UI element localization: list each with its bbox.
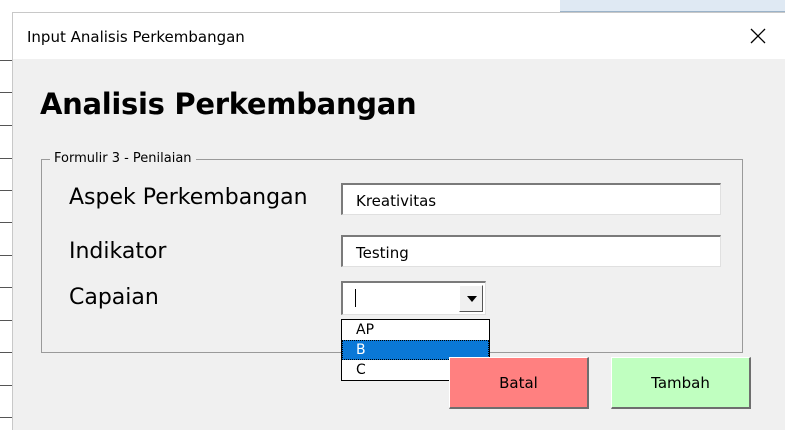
aspek-field[interactable]: Kreativitas: [341, 183, 721, 215]
input-dialog: Input Analisis Perkembangan Analisis Per…: [12, 12, 785, 430]
batal-button[interactable]: Batal: [449, 357, 589, 409]
capaian-dropdown-button[interactable]: [459, 285, 483, 312]
indikator-label: Indikator: [69, 239, 167, 264]
title-bar: Input Analisis Perkembangan: [13, 13, 785, 59]
chevron-down-icon: [467, 296, 477, 302]
background-sheet-cell: [560, 0, 785, 12]
close-icon: [750, 28, 766, 44]
form-heading: Analisis Perkembangan: [40, 87, 417, 121]
indikator-field[interactable]: Testing: [341, 235, 721, 267]
dropdown-option-ap[interactable]: AP: [342, 320, 489, 340]
capaian-combobox[interactable]: [341, 281, 486, 315]
background-spreadsheet-edge: [0, 0, 12, 430]
close-button[interactable]: [745, 23, 771, 49]
frame-caption: Formulir 3 - Penilaian: [50, 151, 196, 166]
window-title: Input Analisis Perkembangan: [27, 28, 245, 46]
capaian-label: Capaian: [69, 285, 159, 310]
aspek-label: Aspek Perkembangan: [69, 185, 308, 210]
text-caret: [355, 289, 356, 307]
tambah-button[interactable]: Tambah: [611, 357, 751, 409]
